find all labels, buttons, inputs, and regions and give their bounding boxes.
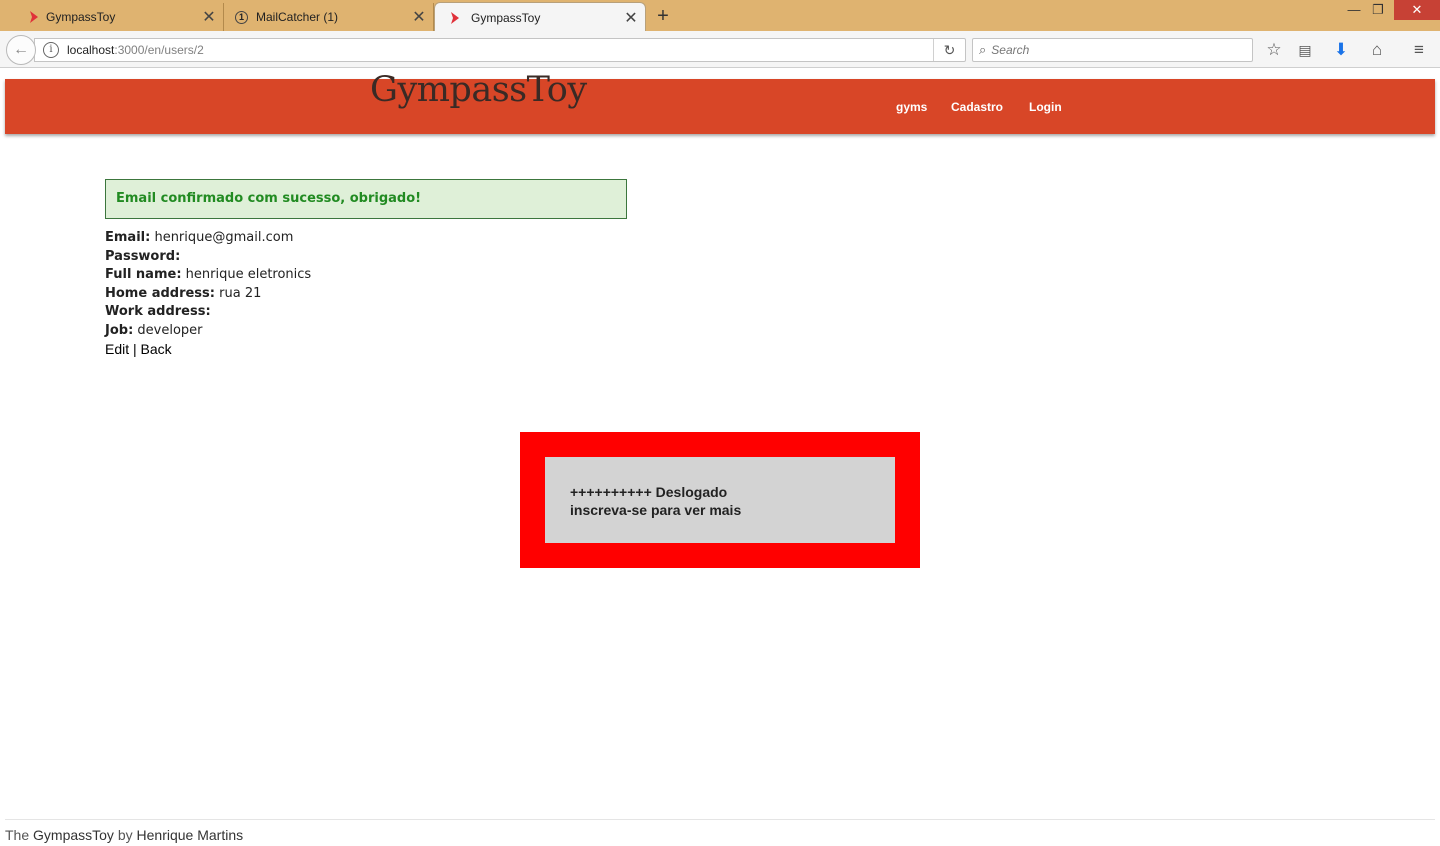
work-address-label: Work address:	[105, 304, 211, 319]
menu-icon[interactable]: ≡	[1407, 39, 1431, 61]
footer-prefix: The	[5, 827, 30, 843]
new-tab-button[interactable]: +	[652, 4, 674, 28]
search-bar[interactable]: ⌕ Search	[972, 38, 1253, 62]
email-value: henrique@gmail.com	[154, 230, 294, 245]
close-tab-icon[interactable]: ✕	[621, 8, 641, 28]
home-icon[interactable]: ⌂	[1365, 39, 1389, 61]
ruby-icon	[26, 9, 42, 25]
full-name-value: henrique eletronics	[185, 267, 312, 282]
logout-notice-inner: ++++++++++ Deslogado inscreva-se para ve…	[545, 457, 895, 543]
password-label: Password:	[105, 248, 181, 264]
back-button[interactable]: ←	[6, 35, 36, 65]
tab-mailcatcher[interactable]: 1 MailCatcher (1) ✕	[224, 3, 434, 31]
close-tab-icon[interactable]: ✕	[199, 7, 219, 27]
close-tab-icon[interactable]: ✕	[409, 7, 429, 27]
navigation-toolbar: i localhost:3000/en/users/2 ↻ ← ⌕ Search…	[0, 31, 1440, 68]
logout-notice-line1: ++++++++++ Deslogado	[570, 484, 728, 500]
back-arrow-icon: ←	[13, 41, 29, 58]
job-value: developer	[137, 322, 203, 338]
footer-by: by	[117, 827, 133, 843]
edit-link[interactable]: Edit	[105, 341, 129, 357]
bookmark-star-icon[interactable]: ☆	[1262, 39, 1286, 61]
site-footer: The GympassToy by Henrique Martins	[5, 819, 1435, 843]
home-address-value: rua 21	[219, 285, 262, 301]
url-path: :3000/en/users/2	[114, 43, 204, 57]
job-row: Job: developer	[105, 322, 311, 341]
restore-icon[interactable]: ❐	[1364, 0, 1392, 20]
footer-app-name: GympassToy	[33, 827, 114, 843]
badge-icon: 1	[235, 10, 248, 24]
user-details: Email: henrique@gmail.com Password: Full…	[105, 229, 311, 359]
search-icon: ⌕	[979, 42, 987, 57]
tab-gympasstoy-active[interactable]: GympassToy ✕	[434, 2, 646, 32]
full-name-row: Full name: henrique eletronics	[105, 266, 311, 285]
tab-label: GympassToy	[46, 10, 116, 24]
email-label: Email:	[105, 230, 151, 245]
url-host: localhost	[67, 43, 115, 57]
password-row: Password:	[105, 248, 311, 267]
search-placeholder: Search	[991, 43, 1030, 57]
logout-notice-line2: inscreva-se para ver mais	[570, 502, 742, 518]
info-icon[interactable]: i	[43, 42, 59, 58]
nav-link-login[interactable]: Login	[1029, 100, 1062, 114]
site-header: GympassToy gyms Cadastro Login	[5, 70, 1435, 134]
email-row: Email: henrique@gmail.com	[105, 229, 311, 248]
footer-author: Henrique Martins	[136, 827, 244, 843]
browser-window: GympassToy ✕ 1 MailCatcher (1) ✕ Gympass…	[0, 0, 1440, 846]
download-icon[interactable]: ⬇	[1329, 39, 1353, 61]
tab-label: MailCatcher (1)	[256, 10, 339, 24]
reload-icon[interactable]: ↻	[933, 39, 965, 61]
reading-list-icon[interactable]: ▤	[1293, 39, 1317, 61]
flash-notice: Email confirmado com sucesso, obrigado!	[105, 179, 627, 219]
work-address-row: Work address:	[105, 303, 311, 322]
actions-separator: |	[133, 341, 137, 357]
user-actions: Edit | Back	[105, 340, 311, 359]
page-content: GympassToy gyms Cadastro Login Email con…	[0, 69, 1440, 846]
nav-link-gyms[interactable]: gyms	[896, 100, 927, 114]
logout-notice-box: ++++++++++ Deslogado inscreva-se para ve…	[520, 432, 920, 568]
site-title[interactable]: GympassToy	[370, 70, 587, 110]
job-label: Job:	[105, 322, 134, 338]
tab-label: GympassToy	[471, 10, 541, 25]
url-bar[interactable]: i localhost:3000/en/users/2 ↻	[34, 38, 966, 62]
nav-link-cadastro[interactable]: Cadastro	[951, 100, 1003, 114]
full-name-label: Full name:	[105, 267, 182, 282]
back-link[interactable]: Back	[141, 341, 172, 357]
tab-gympasstoy-1[interactable]: GympassToy ✕	[0, 3, 224, 31]
home-address-label: Home address:	[105, 285, 215, 301]
window-close-icon[interactable]: ✕	[1394, 0, 1440, 20]
home-address-row: Home address: rua 21	[105, 285, 311, 304]
tab-strip: GympassToy ✕ 1 MailCatcher (1) ✕ Gympass…	[0, 0, 1440, 32]
ruby-icon	[447, 10, 463, 26]
